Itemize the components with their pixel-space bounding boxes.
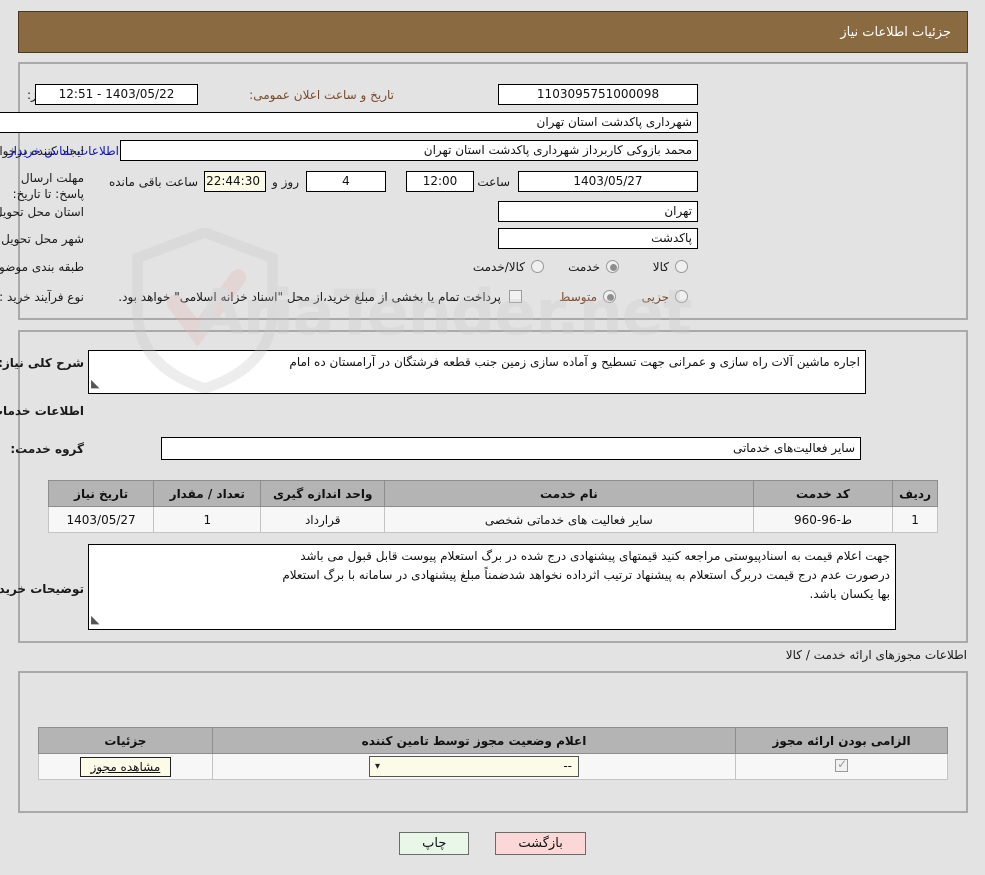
back-button[interactable]: بازگشت — [495, 832, 586, 855]
resize-grip-icon[interactable]: ◢ — [91, 374, 99, 393]
col-unit: واحد اندازه گیری — [260, 480, 385, 507]
announce-datetime-value: 1403/05/22 - 12:51 — [35, 84, 198, 105]
treasury-checkbox[interactable] — [509, 290, 522, 303]
buyer-notes-textarea[interactable]: جهت اعلام قیمت به اسنادپیوستی مراجعه کنی… — [88, 544, 896, 630]
service-group-label: گروه خدمت: — [10, 442, 84, 456]
buyer-notes-line-3: بها یکسان باشد. — [809, 587, 890, 601]
permits-table-header-row: الزامی بودن ارائه مجوز اعلام وضعیت مجوز … — [38, 727, 948, 754]
deadline-label: مهلت ارسال پاسخ: تا تاریخ: — [12, 171, 84, 201]
category-radio-kala-khedmat[interactable] — [531, 260, 544, 273]
category-radio-khedmat[interactable] — [606, 260, 619, 273]
deadline-days-and-label: روز و — [272, 175, 299, 189]
service-group-value: سایر فعالیت‌های خدماتی — [161, 437, 861, 460]
buyer-org-value: شهرداری پاکدشت استان تهران — [0, 112, 698, 133]
services-table-header-row: ردیف کد خدمت نام خدمت واحد اندازه گیری ت… — [47, 480, 938, 507]
need-number-value: 1103095751000098 — [498, 84, 698, 105]
need-info-panel: شماره نیاز: 1103095751000098 تاریخ و ساع… — [0, 62, 968, 320]
col-permit-required: الزامی بودن ارائه مجوز — [735, 727, 948, 754]
category-radio-kala[interactable] — [675, 260, 688, 273]
footer-button-row: بازگشت چاپ — [0, 832, 985, 855]
col-permit-status: اعلام وضعیت مجوز توسط تامین کننده — [211, 727, 737, 754]
treasury-note: پرداخت تمام یا بخشی از مبلغ خرید،از محل … — [118, 290, 501, 304]
category-label: طبقه بندی موضوعی: — [0, 260, 84, 274]
permit-required-checkbox — [835, 757, 849, 772]
col-code: کد خدمت — [752, 480, 894, 507]
city-label: شهر محل تحویل: — [0, 232, 84, 246]
countdown-value: 22:44:30 — [204, 171, 266, 192]
city-value: پاکدشت — [498, 228, 698, 249]
table-row: ▾ -- مشاهده مجوز — [38, 753, 948, 780]
page-root: AriaTender.net جزئیات اطلاعات نیاز شماره… — [0, 0, 985, 875]
requester-value: محمد بازوکی کاربرداز شهرداری پاکدشت استا… — [120, 140, 698, 161]
purchase-type-radio-motavaset[interactable] — [603, 290, 616, 303]
page-title: جزئیات اطلاعات نیاز — [840, 24, 951, 40]
col-qty: تعداد / مقدار — [153, 480, 262, 507]
services-panel: شرح کلی نیاز: اجاره ماشین آلات راه سازی … — [0, 330, 968, 643]
view-permit-button[interactable]: مشاهده مجوز — [79, 756, 172, 777]
services-table: ردیف کد خدمت نام خدمت واحد اندازه گیری ت… — [47, 480, 938, 533]
description-textarea[interactable]: اجاره ماشین آلات راه سازی و عمرانی جهت ت… — [88, 350, 866, 394]
remaining-label: ساعت باقی مانده — [108, 175, 198, 189]
col-neeed-date: تاریخ نیاز — [47, 480, 155, 507]
col-row: ردیف — [892, 480, 938, 507]
col-name: نام خدمت — [383, 480, 754, 507]
purchase-type-option-jozei: جزیی — [641, 290, 669, 304]
cell-permit-required — [735, 753, 948, 780]
print-button[interactable]: چاپ — [399, 832, 470, 855]
permits-table: الزامی بودن ارائه مجوز اعلام وضعیت مجوز … — [38, 727, 948, 780]
cell-permit-details: مشاهده مجوز — [38, 753, 213, 780]
category-option-khedmat: خدمت — [568, 260, 600, 274]
buyer-notes-line-2: درصورت عدم درج قیمت دربرگ استعلام به پیش… — [282, 568, 890, 582]
cell-unit: قرارداد — [260, 506, 385, 533]
page-title-bar: جزئیات اطلاعات نیاز — [18, 11, 968, 53]
table-row: 1 ط-96-960 سایر فعالیت های خدماتی شخصی ق… — [47, 506, 938, 533]
deadline-date-value: 1403/05/27 — [518, 171, 698, 192]
buyer-notes-label: توضیحات خریدار: — [0, 582, 84, 596]
deadline-hour-value: 12:00 — [406, 171, 474, 192]
description-label: شرح کلی نیاز: — [0, 356, 84, 370]
category-option-kala-khedmat: کالا/خدمت — [472, 260, 525, 274]
purchase-type-option-motavaset: متوسط — [559, 290, 597, 304]
purchase-type-radio-jozei[interactable] — [675, 290, 688, 303]
cell-permit-status: ▾ -- — [211, 753, 737, 780]
announce-datetime-label: تاریخ و ساعت اعلان عمومی: — [249, 88, 394, 102]
cell-qty: 1 — [153, 506, 262, 533]
chevron-down-icon: ▾ — [375, 761, 381, 772]
cell-row: 1 — [892, 506, 938, 533]
permit-status-value: -- — [563, 759, 572, 773]
category-option-kala: کالا — [652, 260, 669, 274]
cell-code: ط-96-960 — [752, 506, 894, 533]
deadline-days-value: 4 — [306, 171, 386, 192]
services-section-title: اطلاعات خدمات مورد نیاز — [0, 404, 84, 418]
province-value: تهران — [498, 201, 698, 222]
cell-need-date: 1403/05/27 — [47, 506, 155, 533]
resize-grip-icon[interactable]: ◢ — [91, 610, 99, 629]
province-label: استان محل تحویل: — [0, 205, 84, 219]
cell-name: سایر فعالیت های خدماتی شخصی — [383, 506, 754, 533]
deadline-hour-label: ساعت — [477, 175, 510, 189]
permit-status-select[interactable]: ▾ -- — [369, 756, 579, 777]
description-value: اجاره ماشین آلات راه سازی و عمرانی جهت ت… — [289, 355, 860, 369]
permits-section-title: اطلاعات مجوزهای ارائه خدمت / کالا — [785, 648, 967, 662]
permits-panel: الزامی بودن ارائه مجوز اعلام وضعیت مجوز … — [18, 671, 968, 813]
purchase-type-label: نوع فرآیند خرید : — [0, 290, 84, 304]
buyer-contact-link[interactable]: اطلاعات تماس خریدار — [8, 144, 119, 158]
col-permit-details: جزئیات — [38, 727, 213, 754]
buyer-notes-line-1: جهت اعلام قیمت به اسنادپیوستی مراجعه کنی… — [300, 549, 890, 563]
